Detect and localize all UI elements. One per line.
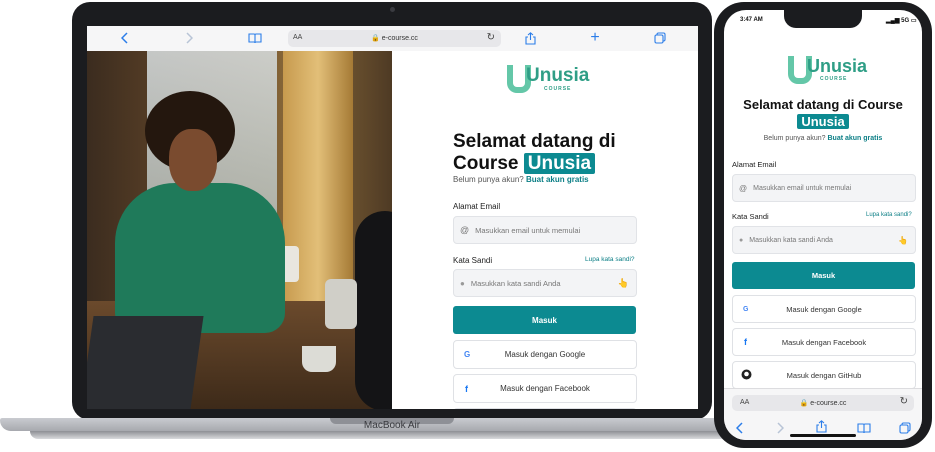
create-account-link[interactable]: Buat akun gratis (526, 175, 589, 184)
forward-icon[interactable] (183, 30, 195, 46)
phone-browser-bar: AA 🔒 e-course.cc ↻ (724, 388, 922, 440)
url-text: 🔒 e-course.cc (371, 35, 418, 42)
page-title: Selamat datang di Course Unusia (453, 131, 616, 174)
password-label: Kata Sandi (732, 212, 769, 221)
lock-icon: ● (739, 236, 744, 244)
hero-photo (87, 51, 392, 409)
email-field[interactable]: @ Masukkan email untuk memulai (732, 174, 916, 202)
phone-screen: 3:47 AM ▂▄▆ 5G ▭ Unusia COURSE Selamat d… (724, 10, 922, 440)
signup-prompt: Belum punya akun? Buat akun gratis (453, 175, 589, 184)
laptop-base-shadow (30, 431, 770, 439)
status-time: 3:47 AM (740, 17, 763, 23)
create-account-link[interactable]: Buat akun gratis (827, 135, 882, 142)
tabs-icon[interactable] (899, 421, 911, 439)
google-login-button[interactable]: G Masuk dengan Google (453, 340, 637, 369)
share-icon[interactable] (523, 30, 537, 46)
reload-icon[interactable]: ↻ (487, 32, 495, 43)
github-login-button[interactable]: Masuk dengan GitHub (732, 361, 916, 389)
forward-icon[interactable] (776, 421, 785, 439)
google-login-button[interactable]: G Masuk dengan Google (732, 295, 916, 323)
show-password-icon[interactable]: 👆 (618, 278, 629, 289)
laptop-screen: AA 🔒 e-course.cc ↻ + Unusia COURSE Selam… (87, 26, 698, 409)
at-icon: @ (739, 183, 748, 193)
email-label: Alamat Email (453, 202, 501, 211)
macbook-label: MacBook Air (363, 420, 421, 431)
new-tab-icon[interactable]: + (588, 29, 602, 46)
page-title: Selamat datang di Course Unusia (743, 97, 903, 129)
show-password-icon[interactable]: 👆 (898, 236, 908, 245)
signup-prompt: Belum punya akun? Buat akun gratis (763, 135, 883, 142)
bookmarks-icon[interactable] (857, 421, 871, 439)
address-bar[interactable]: AA 🔒 e-course.cc ↻ (732, 395, 914, 411)
title-highlight: Unusia (797, 114, 849, 129)
title-highlight: Unusia (523, 153, 596, 174)
login-button[interactable]: Masuk (732, 262, 915, 289)
github-login-button[interactable]: Masuk dengan GitHub (453, 408, 637, 409)
back-icon[interactable] (735, 421, 744, 439)
forgot-password-link[interactable]: Lupa kata sandi? (585, 256, 635, 263)
bookmarks-icon[interactable] (247, 30, 263, 46)
login-panel: Unusia COURSE Selamat datang di Course U… (392, 51, 698, 409)
lock-icon: ● (460, 278, 465, 288)
address-bar[interactable]: AA 🔒 e-course.cc ↻ (288, 30, 501, 47)
password-field[interactable]: ● Masukkan kata sandi Anda 👆 (453, 269, 637, 297)
status-network: ▂▄▆ 5G ▭ (886, 18, 917, 24)
login-button[interactable]: Masuk (453, 306, 636, 334)
tabs-icon[interactable] (653, 30, 667, 46)
forgot-password-link[interactable]: Lupa kata sandi? (866, 212, 912, 218)
reload-icon[interactable]: ↻ (900, 396, 908, 407)
phone-notch (784, 10, 862, 28)
password-field[interactable]: ● Masukkan kata sandi Anda 👆 (732, 226, 916, 254)
browser-toolbar: AA 🔒 e-course.cc ↻ + (87, 26, 698, 52)
url-text: 🔒 e-course.cc (799, 400, 847, 407)
facebook-login-button[interactable]: f Masuk dengan Facebook (453, 374, 637, 403)
email-field[interactable]: @ Masukkan email untuk memulai (453, 216, 637, 244)
password-label: Kata Sandi (453, 256, 493, 265)
camera-dot (390, 7, 395, 12)
at-icon: @ (460, 225, 470, 235)
home-indicator (790, 434, 856, 437)
back-icon[interactable] (119, 30, 131, 46)
email-label: Alamat Email (732, 160, 777, 169)
facebook-login-button[interactable]: f Masuk dengan Facebook (732, 328, 916, 356)
